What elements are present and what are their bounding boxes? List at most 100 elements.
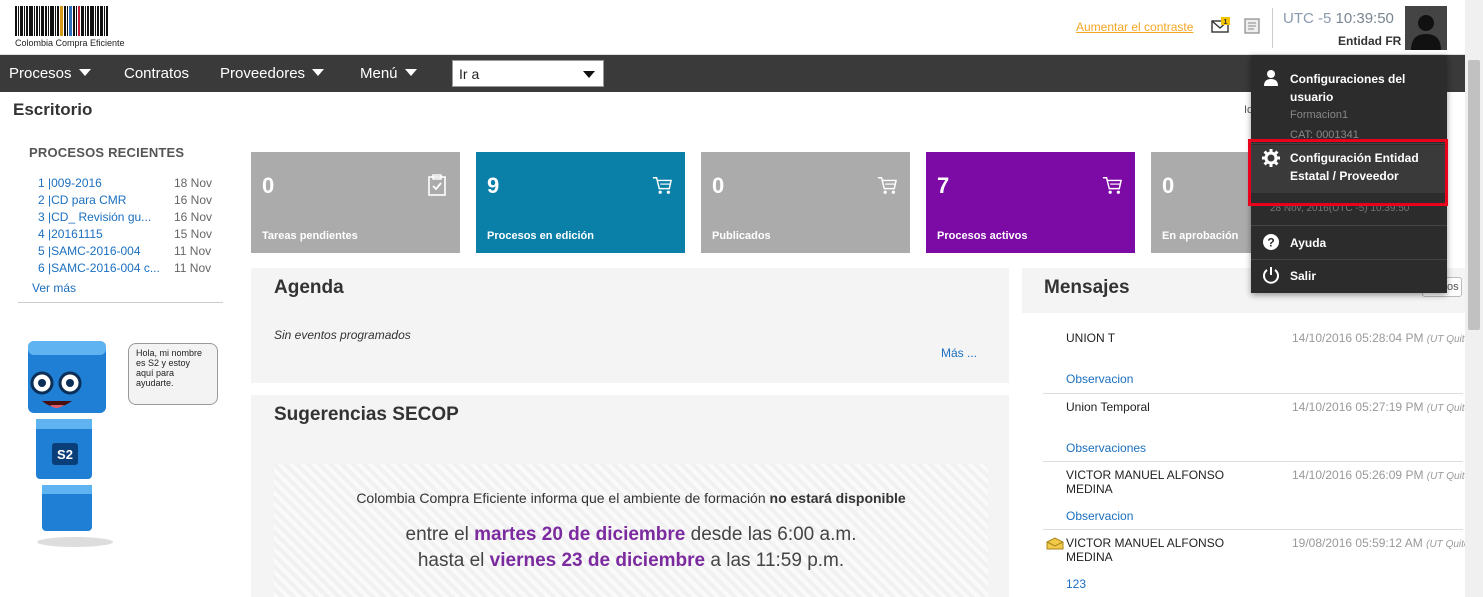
tile-count: 9 — [487, 173, 500, 198]
suggestions-title: Sugerencias SECOP — [274, 404, 459, 425]
entity-name: Entidad FR — [1338, 34, 1402, 48]
clock-time: 10:39:50 — [1335, 10, 1394, 27]
agenda-title: Agenda — [274, 277, 344, 298]
highlight-box — [1248, 139, 1448, 206]
nav-procesos[interactable]: Procesos — [9, 65, 91, 82]
notice-text: hasta el — [417, 550, 490, 571]
menu-user-settings[interactable]: Configuraciones del usuario Formacion1 C… — [1251, 63, 1447, 141]
recent-process-name[interactable]: 4 |20161115 — [38, 227, 173, 241]
tile-label: En aprobación — [1162, 230, 1239, 242]
tile-tareas-pendientes[interactable]: 0 Tareas pendientes — [251, 152, 460, 253]
list-item[interactable]: 3 |CD_ Revisión gu... 16 Nov — [38, 210, 218, 227]
notice-text: Colombia Compra Eficiente informa que el… — [356, 490, 770, 506]
user-silhouette-icon — [1411, 15, 1441, 50]
logo-text: Colombia Compra Eficiente — [15, 38, 125, 48]
recent-process-date: 11 Nov — [174, 261, 212, 275]
message-divider — [1043, 529, 1463, 530]
recent-process-date: 15 Nov — [174, 227, 213, 241]
page-title: Escritorio — [13, 100, 93, 119]
message-divider — [1043, 393, 1463, 394]
recent-process-name[interactable]: 1 |009-2016 — [38, 176, 173, 190]
menu-help[interactable]: ? Ayuda — [1251, 229, 1447, 257]
header-divider — [1272, 8, 1273, 48]
tile-label: Tareas pendientes — [262, 230, 358, 242]
message-date: 19/08/2016 05:59:12 AM (UT Quito) — [1292, 536, 1473, 552]
menu-logout-label: Salir — [1290, 269, 1317, 283]
chevron-down-icon — [312, 69, 325, 76]
tile-procesos-edicion[interactable]: 9 Procesos en edición — [476, 152, 685, 253]
menu-divider — [1251, 259, 1447, 260]
notice-line-1: Colombia Compra Eficiente informa que el… — [274, 490, 988, 506]
menu-help-label: Ayuda — [1290, 236, 1327, 250]
menu-user-settings-label: Configuraciones del usuario — [1290, 72, 1406, 104]
nav-proveedores[interactable]: Proveedores — [220, 65, 325, 82]
messages-title: Mensajes — [1044, 277, 1130, 298]
goto-select-value: Ir a — [459, 66, 480, 82]
tile-count: 0 — [712, 173, 725, 198]
recent-process-name[interactable]: 5 |SAMC-2016-004 — [38, 244, 173, 258]
see-more-link[interactable]: Ver más — [32, 281, 76, 295]
list-item[interactable]: 1 |009-2016 18 Nov — [38, 176, 218, 193]
clock: UTC -5 10:39:50 — [1283, 10, 1394, 27]
barcode-logo-icon — [15, 6, 140, 36]
menu-logout[interactable]: Salir — [1251, 263, 1447, 291]
chevron-down-icon — [583, 71, 595, 78]
nav-contratos-label: Contratos — [124, 65, 190, 82]
recent-process-name[interactable]: 2 |CD para CMR — [38, 193, 173, 207]
scrollbar-thumb[interactable] — [1468, 60, 1480, 330]
menu-divider — [1251, 225, 1447, 226]
message-datetime: 14/10/2016 05:27:19 PM — [1292, 400, 1424, 414]
notice-date-end: viernes 23 de diciembre — [489, 550, 706, 571]
timezone: UTC -5 — [1283, 10, 1332, 27]
nav-menu-label: Menú — [360, 65, 398, 82]
message-sender: VICTOR MANUEL ALFONSO MEDINA — [1066, 536, 1225, 564]
tile-count: 0 — [1162, 173, 1175, 198]
user-avatar[interactable] — [1405, 6, 1447, 50]
document-icon[interactable] — [1243, 17, 1261, 35]
message-datetime: 14/10/2016 05:26:09 PM — [1292, 468, 1424, 482]
list-item[interactable]: 4 |20161115 15 Nov — [38, 227, 218, 244]
notice-emphasis: no estará disponible — [769, 490, 906, 506]
chevron-down-icon — [78, 69, 91, 76]
recent-process-name[interactable]: 3 |CD_ Revisión gu... — [38, 210, 173, 224]
message-subject-link[interactable]: 123 — [1066, 577, 1086, 591]
goto-select[interactable]: Ir a — [452, 60, 604, 87]
list-item[interactable]: 2 |CD para CMR 16 Nov — [38, 193, 218, 210]
agenda-empty-text: Sin eventos programados — [274, 328, 411, 342]
chevron-down-icon — [404, 69, 417, 76]
tile-procesos-activos[interactable]: 7 Procesos activos — [926, 152, 1135, 253]
svg-text:?: ? — [1267, 236, 1274, 250]
tile-count: 7 — [937, 173, 950, 198]
nav-menu[interactable]: Menú — [360, 65, 417, 82]
list-item[interactable]: 6 |SAMC-2016-004 c... 11 Nov — [38, 261, 218, 278]
message-sender: VICTOR MANUEL ALFONSO MEDINA — [1066, 468, 1225, 496]
increase-contrast-link[interactable]: Aumentar el contraste — [1076, 20, 1193, 34]
notice-text: a las 11:59 p.m. — [705, 550, 845, 571]
agenda-more-link[interactable]: Más ... — [941, 346, 977, 360]
recent-process-date: 18 Nov — [174, 176, 213, 190]
message-datetime: 14/10/2016 05:28:04 PM — [1292, 331, 1424, 345]
mail-notification-icon[interactable]: 1 — [1211, 17, 1231, 33]
tile-label: Procesos en edición — [487, 230, 594, 242]
notice-line-3: hasta el viernes 23 de diciembre a las 1… — [274, 550, 988, 572]
nav-contratos[interactable]: Contratos — [124, 65, 189, 82]
message-subject-link[interactable]: Observacion — [1066, 372, 1133, 386]
recent-process-name[interactable]: 6 |SAMC-2016-004 c... — [38, 261, 173, 275]
clipboard-check-icon — [428, 174, 446, 196]
list-item[interactable]: 5 |SAMC-2016-004 11 Nov — [38, 244, 218, 261]
cart-icon — [652, 177, 672, 194]
menu-user-name: Formacion1 — [1290, 109, 1349, 121]
tile-label: Procesos activos — [937, 230, 1028, 242]
message-subject-link[interactable]: Observaciones — [1066, 441, 1146, 455]
user-icon — [1264, 70, 1278, 86]
recent-processes-title: PROCESOS RECIENTES — [29, 145, 185, 160]
message-subject-link[interactable]: Observacion — [1066, 509, 1133, 523]
agenda-panel — [251, 268, 1009, 383]
robot-badge: S2 — [57, 447, 73, 462]
message-sender: Union Temporal — [1066, 400, 1150, 414]
tile-publicados[interactable]: 0 Publicados — [701, 152, 910, 253]
power-icon — [1263, 267, 1279, 284]
cart-icon — [877, 177, 897, 194]
nav-proveedores-label: Proveedores — [220, 65, 306, 82]
colombia-compra-logo[interactable]: Colombia Compra Eficiente — [15, 6, 140, 50]
